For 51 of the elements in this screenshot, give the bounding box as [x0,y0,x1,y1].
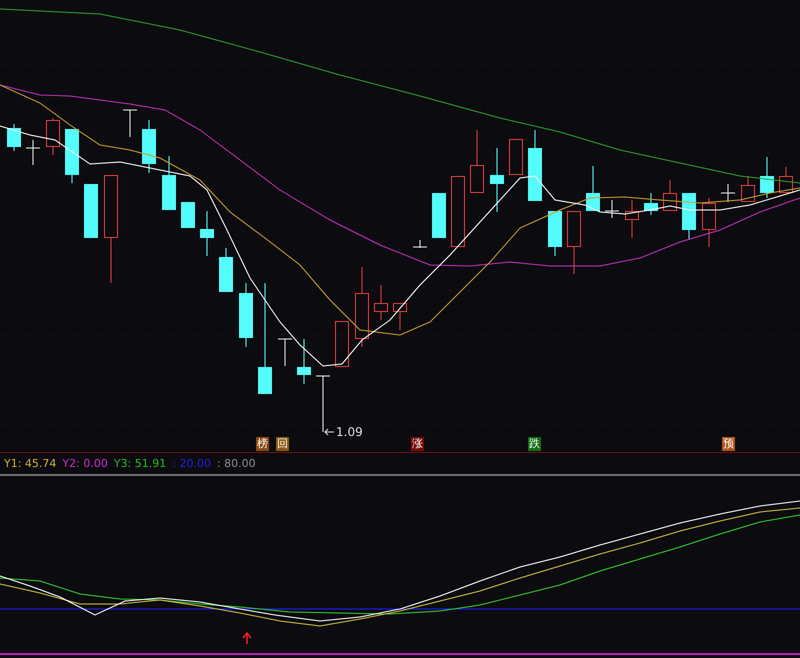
candlestick [490,148,504,212]
candlestick [567,210,581,274]
indicator-value: Y2: 0.00 [62,457,108,470]
candlestick [509,138,523,176]
candlestick [181,202,195,228]
candlestick [470,130,484,194]
signal-marker: 跌 [528,437,541,451]
candlestick [432,192,446,238]
signal-marker: 预 [722,437,735,451]
candlestick [625,200,639,238]
candlestick [682,192,696,240]
candlestick [720,184,736,202]
candlestick [219,248,233,292]
arrow-icon [324,428,334,436]
candlestick [142,120,156,174]
candlestick [586,166,600,212]
candlestick [528,130,542,202]
candlestick [451,176,465,248]
candlestick [702,198,716,248]
signal-marker: 回 [276,437,289,451]
candlestick [412,240,428,248]
candlestick [393,302,407,330]
candlestick [162,156,176,210]
candlestick [297,338,311,384]
candlestick [200,210,214,256]
indicator-value: Y3: 51.91 [114,457,166,470]
candlestick [65,128,79,184]
candlestick [46,118,60,156]
up-arrow-icon [242,632,252,644]
indicator-value: : 80.00 [216,457,256,470]
candlestick [84,184,98,238]
candlestick [278,338,292,366]
candlestick [548,210,562,256]
candlestick [26,140,40,166]
candlestick [7,124,21,152]
candlestick [604,200,620,218]
low-price-label: 1.09 [336,424,363,440]
candlestick [316,376,330,432]
candlestick [239,282,253,348]
candlestick [741,176,755,202]
candlestick [663,180,677,212]
candlestick [335,320,349,368]
candlestick [760,156,774,198]
indicator-value: Y1: 45.74 [4,457,56,470]
candlestick [644,192,658,216]
signal-marker: 榜 [256,437,269,451]
indicator-value: : 20.00 [172,457,211,470]
candlestick [122,110,138,138]
candlestick [779,166,793,194]
signal-marker: 涨 [411,437,424,451]
candlestick [374,284,388,320]
